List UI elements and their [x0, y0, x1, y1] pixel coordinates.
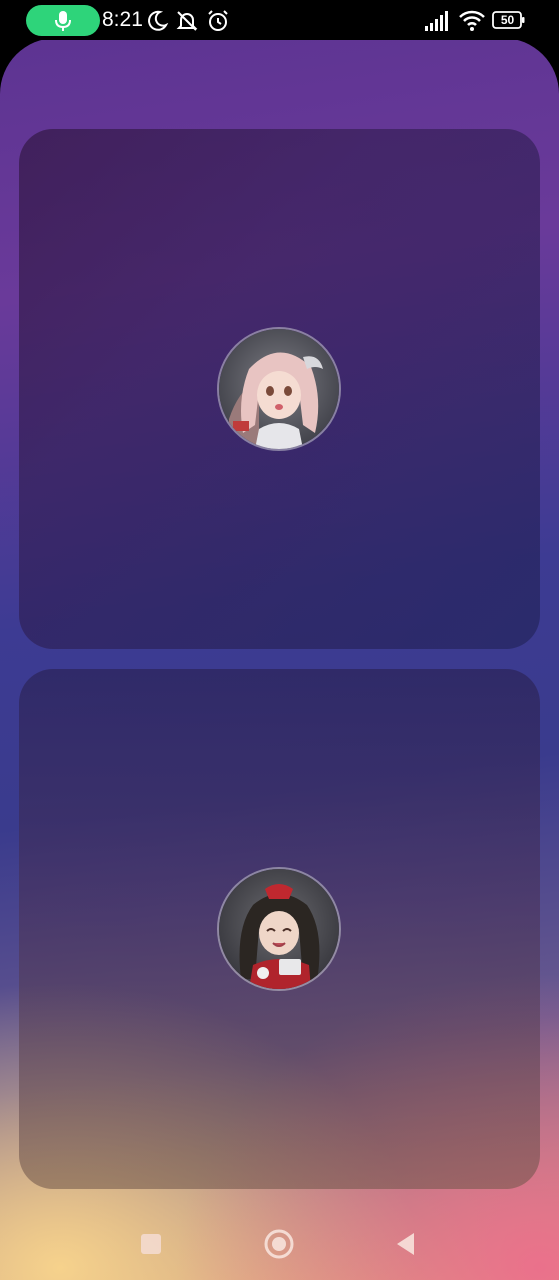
avatar-image-pink-hair-character [219, 329, 339, 449]
back-triangle-icon [397, 1233, 414, 1255]
widget-card-top[interactable] [19, 129, 540, 649]
wallpaper [0, 38, 559, 1280]
wifi-icon [459, 10, 485, 31]
battery-level: 50 [500, 13, 515, 27]
home-button[interactable] [259, 1224, 299, 1264]
microphone-indicator[interactable] [26, 5, 100, 36]
battery-indicator: 50 [492, 11, 525, 29]
home-screen: 8:21 50 [0, 0, 559, 1280]
status-time: 8:21 [102, 8, 143, 31]
recents-button[interactable] [131, 1224, 171, 1264]
signal-icon [425, 11, 448, 31]
avatar-image-dark-hair-character [219, 869, 339, 989]
status-bar: 8:21 50 [0, 0, 559, 40]
moon-icon [148, 10, 169, 31]
bell-muted-icon [176, 11, 198, 31]
recents-square-icon [141, 1234, 161, 1254]
home-circle-icon [264, 1229, 294, 1259]
avatar-dark-hair[interactable] [217, 867, 341, 991]
widget-card-bottom[interactable] [19, 669, 540, 1189]
alarm-icon [208, 10, 228, 31]
microphone-icon [55, 10, 71, 31]
avatar-pink-hair[interactable] [217, 327, 341, 451]
back-button[interactable] [386, 1224, 426, 1264]
